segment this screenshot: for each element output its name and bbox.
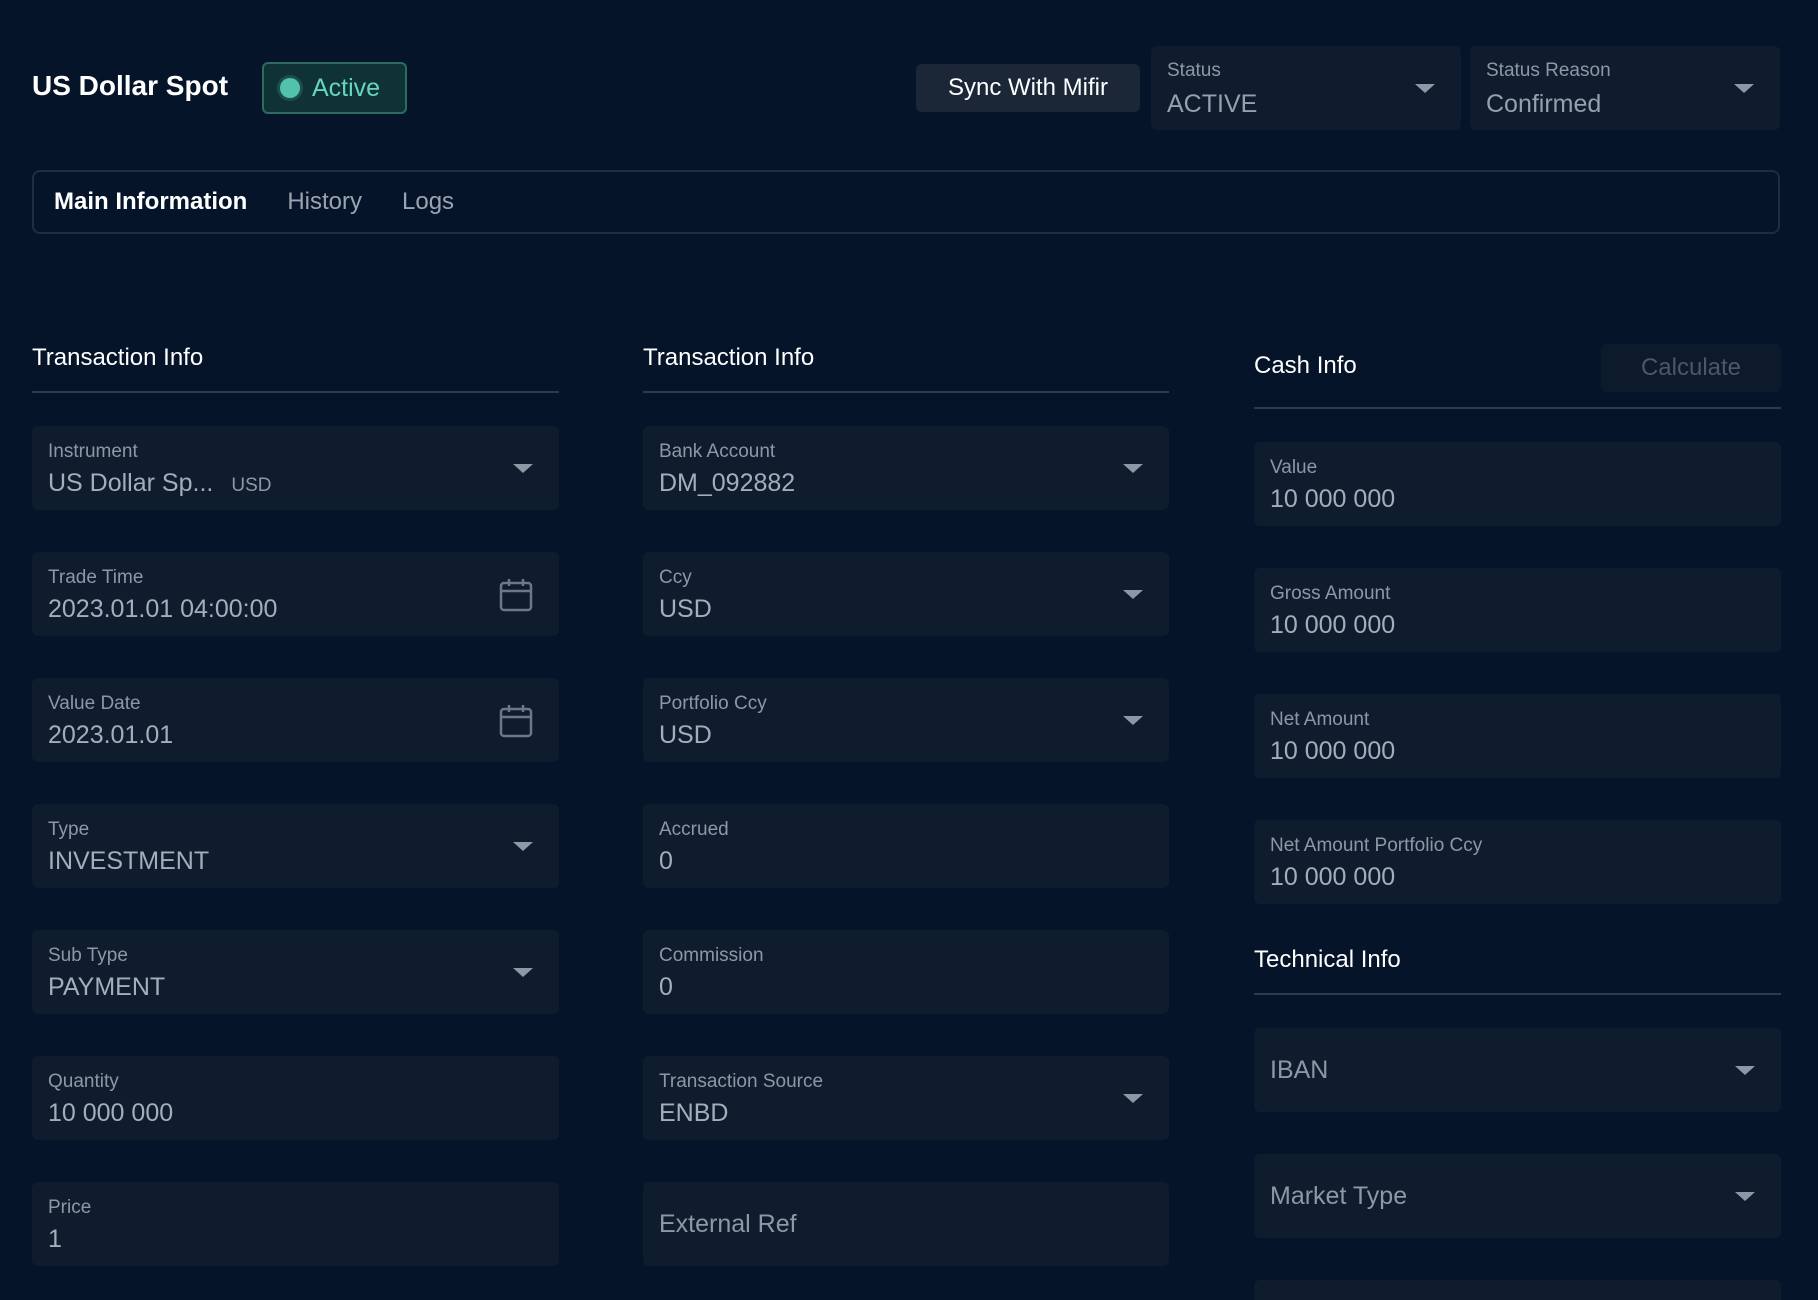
- status-reason-select[interactable]: Status Reason Confirmed: [1470, 46, 1780, 130]
- tab-history[interactable]: History: [287, 188, 362, 216]
- iban-placeholder: IBAN: [1270, 1055, 1329, 1084]
- calendar-icon[interactable]: [499, 704, 533, 738]
- gross-amount-label: Gross Amount: [1270, 583, 1391, 604]
- chevron-down-icon: [513, 842, 533, 851]
- next-field-partial[interactable]: [1254, 1280, 1781, 1300]
- status-dot-icon: [280, 78, 300, 98]
- value-field[interactable]: Value 10 000 000: [1254, 442, 1781, 526]
- ccy-select[interactable]: Ccy USD: [643, 552, 1169, 636]
- type-select[interactable]: Type INVESTMENT: [32, 804, 559, 888]
- portfolio-ccy-label: Portfolio Ccy: [659, 693, 767, 714]
- value-date-label: Value Date: [48, 693, 141, 714]
- gross-amount-value: 10 000 000: [1270, 611, 1396, 639]
- accrued-label: Accrued: [659, 819, 729, 840]
- instrument-label: Instrument: [48, 441, 138, 462]
- chevron-down-icon: [1415, 84, 1435, 93]
- tab-main-information[interactable]: Main Information: [54, 188, 247, 216]
- trade-detail-page: US Dollar Spot Active Sync With Mifir St…: [0, 0, 1818, 1300]
- gross-amount-field[interactable]: Gross Amount 10 000 000: [1254, 568, 1781, 652]
- chevron-down-icon: [1123, 464, 1143, 473]
- bank-account-value: DM_092882: [659, 469, 796, 497]
- technical-info-title: Technical Info: [1254, 946, 1401, 973]
- page-title: US Dollar Spot: [32, 70, 229, 101]
- net-amount-value: 10 000 000: [1270, 737, 1396, 765]
- ccy-label: Ccy: [659, 567, 692, 588]
- transaction-info-title-2: Transaction Info: [643, 344, 815, 371]
- transaction-info-title-1: Transaction Info: [32, 344, 204, 371]
- transaction-source-select[interactable]: Transaction Source ENBD: [643, 1056, 1169, 1140]
- price-value: 1: [48, 1225, 62, 1253]
- sub-type-value: PAYMENT: [48, 973, 166, 1001]
- value-label: Value: [1270, 457, 1318, 478]
- quantity-value: 10 000 000: [48, 1099, 174, 1127]
- trade-time-value: 2023.01.01 04:00:00: [48, 595, 278, 623]
- status-reason-label: Status Reason: [1486, 60, 1611, 81]
- tab-logs[interactable]: Logs: [402, 188, 454, 216]
- chevron-down-icon: [1123, 590, 1143, 599]
- calendar-icon[interactable]: [499, 578, 533, 612]
- trade-time-field[interactable]: Trade Time 2023.01.01 04:00:00: [32, 552, 559, 636]
- sync-with-mifir-button[interactable]: Sync With Mifir: [916, 64, 1140, 112]
- commission-label: Commission: [659, 945, 764, 966]
- net-amount-portfolio-ccy-value: 10 000 000: [1270, 863, 1396, 891]
- instrument-value-row: US Dollar Sp... USD: [48, 469, 543, 498]
- instrument-ccy: USD: [231, 475, 272, 496]
- commission-value: 0: [659, 973, 673, 1001]
- price-label: Price: [48, 1197, 92, 1218]
- value-date-field[interactable]: Value Date 2023.01.01: [32, 678, 559, 762]
- market-type-select[interactable]: Market Type: [1254, 1154, 1781, 1238]
- transaction-source-value: ENBD: [659, 1099, 729, 1127]
- value-date-value: 2023.01.01: [48, 721, 174, 749]
- portfolio-ccy-select[interactable]: Portfolio Ccy USD: [643, 678, 1169, 762]
- sub-type-label: Sub Type: [48, 945, 128, 966]
- chevron-down-icon: [1123, 716, 1143, 725]
- instrument-value: US Dollar Sp...: [48, 469, 214, 497]
- status-reason-value: Confirmed: [1486, 90, 1602, 118]
- iban-select[interactable]: IBAN: [1254, 1028, 1781, 1112]
- status-select[interactable]: Status ACTIVE: [1151, 46, 1461, 130]
- cash-info-title: Cash Info: [1254, 352, 1357, 379]
- tab-bar: Main Information History Logs: [32, 170, 1780, 234]
- chevron-down-icon: [513, 968, 533, 977]
- external-ref-field[interactable]: External Ref: [643, 1182, 1169, 1266]
- chevron-down-icon: [1735, 1066, 1755, 1075]
- net-amount-field[interactable]: Net Amount 10 000 000: [1254, 694, 1781, 778]
- status-badge: Active: [262, 62, 407, 114]
- price-field[interactable]: Price 1: [32, 1182, 559, 1266]
- commission-field[interactable]: Commission 0: [643, 930, 1169, 1014]
- chevron-down-icon: [513, 464, 533, 473]
- status-badge-label: Active: [312, 73, 381, 102]
- trade-time-label: Trade Time: [48, 567, 144, 588]
- net-amount-portfolio-ccy-label: Net Amount Portfolio Ccy: [1270, 835, 1483, 856]
- instrument-select[interactable]: Instrument US Dollar Sp... USD: [32, 426, 559, 510]
- accrued-field[interactable]: Accrued 0: [643, 804, 1169, 888]
- transaction-source-label: Transaction Source: [659, 1071, 824, 1092]
- bank-account-label: Bank Account: [659, 441, 776, 462]
- section-divider: [1254, 993, 1781, 995]
- status-select-value: ACTIVE: [1167, 90, 1258, 118]
- chevron-down-icon: [1735, 1192, 1755, 1201]
- section-divider: [1254, 407, 1781, 409]
- type-label: Type: [48, 819, 90, 840]
- net-amount-label: Net Amount: [1270, 709, 1370, 730]
- section-divider: [643, 391, 1169, 393]
- value-value: 10 000 000: [1270, 485, 1396, 513]
- type-value: INVESTMENT: [48, 847, 210, 875]
- sub-type-select[interactable]: Sub Type PAYMENT: [32, 930, 559, 1014]
- net-amount-portfolio-ccy-field[interactable]: Net Amount Portfolio Ccy 10 000 000: [1254, 820, 1781, 904]
- portfolio-ccy-value: USD: [659, 721, 712, 749]
- calculate-button[interactable]: Calculate: [1601, 344, 1781, 392]
- quantity-label: Quantity: [48, 1071, 119, 1092]
- section-divider: [32, 391, 559, 393]
- market-type-placeholder: Market Type: [1270, 1181, 1408, 1210]
- accrued-value: 0: [659, 847, 673, 875]
- status-select-label: Status: [1167, 60, 1221, 81]
- quantity-field[interactable]: Quantity 10 000 000: [32, 1056, 559, 1140]
- bank-account-select[interactable]: Bank Account DM_092882: [643, 426, 1169, 510]
- chevron-down-icon: [1734, 84, 1754, 93]
- ccy-value: USD: [659, 595, 712, 623]
- external-ref-placeholder: External Ref: [659, 1209, 797, 1238]
- chevron-down-icon: [1123, 1094, 1143, 1103]
